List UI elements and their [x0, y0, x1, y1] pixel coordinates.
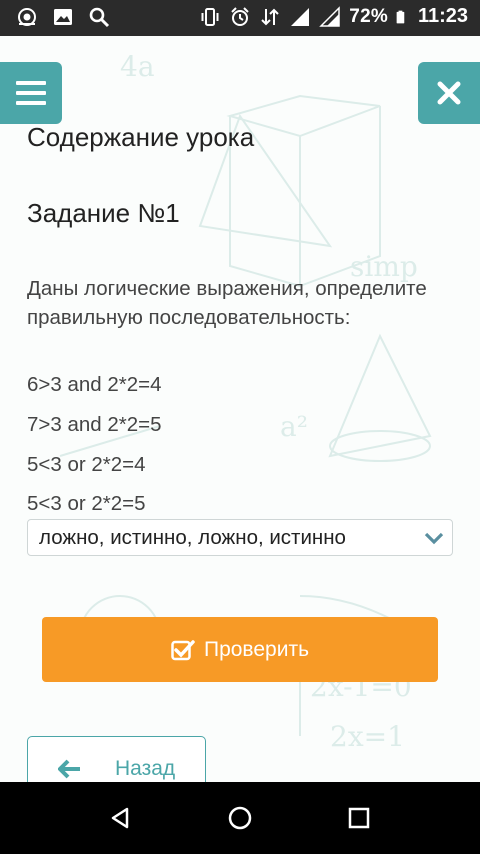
answer-select[interactable]: ложно, истинно, ложно, истинно	[27, 519, 453, 556]
recents-square-icon[interactable]	[347, 806, 371, 830]
checkbox-icon	[171, 639, 195, 660]
lesson-title: Содержание урока	[27, 122, 255, 152]
close-icon	[437, 81, 461, 105]
clock: 11:23	[417, 5, 468, 27]
camera-lens-icon	[18, 8, 36, 26]
lesson-content: 4a simp a² 2x-1=0 2x=1 Содержание урока …	[0, 36, 480, 782]
expression-item: 6>3 and 2*2=4	[27, 373, 162, 396]
search-icon	[89, 7, 110, 28]
system-nav-bar	[0, 782, 480, 854]
arrow-left-icon	[58, 759, 80, 779]
task-description: Даны логические выражения, определите пр…	[27, 277, 427, 329]
status-bar: 72% 11:23	[0, 0, 480, 36]
svg-text:4a: 4a	[120, 50, 155, 83]
check-button[interactable]: Проверить	[42, 617, 438, 682]
expression-item: 5<3 or 2*2=4	[27, 453, 146, 476]
expression-item: 7>3 and 2*2=5	[27, 413, 162, 436]
signal-icon	[319, 5, 341, 27]
task-title: Задание №1	[27, 198, 180, 228]
signal-icon	[291, 7, 310, 26]
battery-icon	[396, 10, 405, 23]
menu-button[interactable]	[0, 62, 62, 124]
svg-text:2x=1: 2x=1	[330, 720, 405, 753]
alarm-icon	[231, 6, 250, 26]
back-button[interactable]: Назад	[27, 736, 206, 782]
vibrate-icon	[201, 7, 219, 26]
back-button-label: Назад	[115, 757, 176, 780]
data-arrows-icon	[261, 8, 280, 25]
image-icon	[54, 9, 72, 25]
chevron-down-icon	[424, 532, 444, 545]
status-right-icons: 72% 11:23	[199, 5, 468, 28]
svg-text:a²: a²	[280, 410, 308, 443]
check-button-label: Проверить	[203, 637, 310, 661]
home-circle-icon[interactable]	[228, 806, 252, 830]
battery-percent: 72%	[349, 5, 388, 27]
expression-item: 5<3 or 2*2=5	[27, 492, 146, 515]
hamburger-icon	[16, 81, 46, 105]
status-left-icons	[16, 6, 110, 28]
back-triangle-icon[interactable]	[108, 806, 132, 830]
answer-select-value: ложно, истинно, ложно, истинно	[39, 526, 346, 549]
close-button[interactable]	[418, 62, 480, 124]
